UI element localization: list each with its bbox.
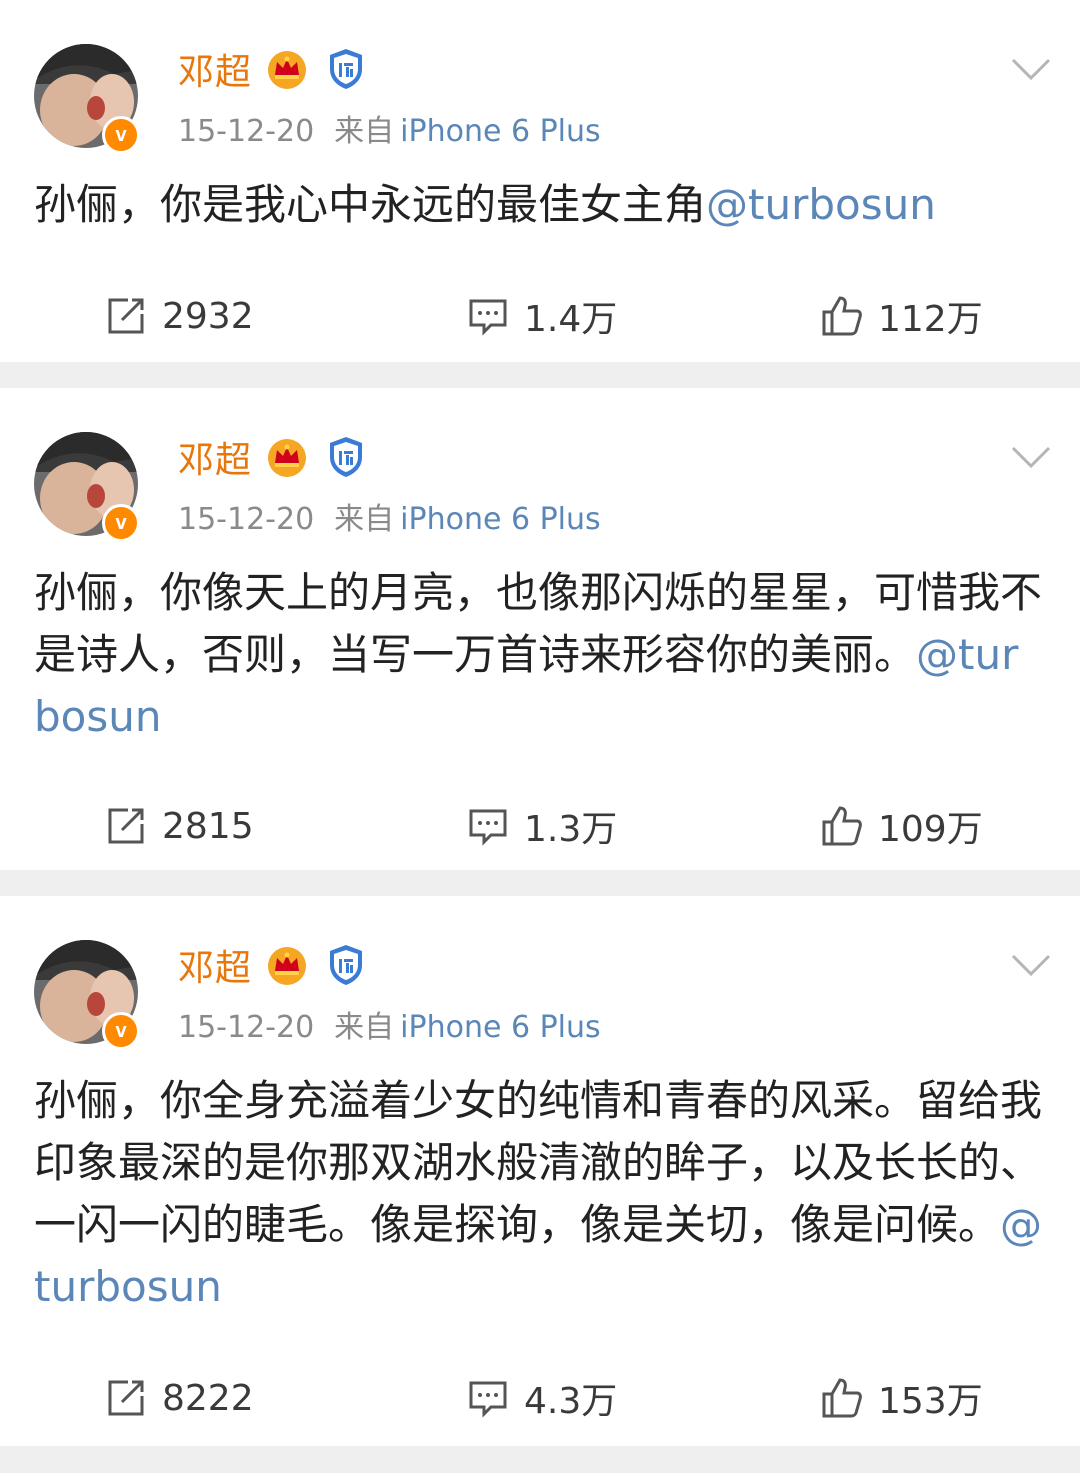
repost-icon [108, 1380, 144, 1416]
weibo-feed: v 邓超 15-12-20 来自 iPhone 6 Plus 孙俪，你是我心中永… [0, 0, 1080, 1473]
like-button[interactable]: 153万 [820, 1368, 983, 1428]
user-name[interactable]: 邓超 [178, 43, 252, 95]
post-date: 15-12-20 [178, 502, 315, 537]
user-header: 邓超 [178, 432, 366, 482]
chevron-down-icon[interactable] [1010, 950, 1052, 980]
like-icon [822, 806, 862, 846]
source-label: 来自 [334, 114, 395, 149]
post-body: 孙俪，你是我心中永远的最佳女主角 [34, 180, 707, 229]
mention-link[interactable]: @turbosun [706, 180, 936, 229]
verified-icon: v [102, 1012, 140, 1050]
source-label: 来自 [334, 1010, 395, 1045]
repost-icon [108, 808, 144, 844]
post-meta: 15-12-20 来自 iPhone 6 Plus [178, 106, 601, 150]
post-date: 15-12-20 [178, 114, 315, 149]
comment-button[interactable]: 1.4万 [466, 286, 617, 346]
like-count: 109万 [878, 809, 983, 850]
action-bar: 2932 1.4万 112万 [0, 286, 1080, 346]
comment-button[interactable]: 4.3万 [466, 1368, 617, 1428]
post-meta: 15-12-20 来自 iPhone 6 Plus [178, 1002, 601, 1046]
post-body: 孙俪，你像天上的月亮，也像那闪烁的星星，可惜我不是诗人，否则，当写一万首诗来形容… [34, 568, 1043, 679]
avatar[interactable]: v [34, 44, 140, 154]
comment-button[interactable]: 1.3万 [466, 796, 617, 856]
post-text: 孙俪，你是我心中永远的最佳女主角@turbosun [34, 174, 1044, 236]
shield-icon[interactable] [326, 435, 366, 479]
comment-icon [469, 809, 507, 846]
repost-count: 8222 [162, 1377, 254, 1419]
repost-button[interactable]: 8222 [104, 1368, 254, 1428]
shield-icon[interactable] [326, 47, 366, 91]
comment-icon [469, 299, 507, 336]
weibo-post[interactable]: v 邓超 15-12-20 来自 iPhone 6 Plus [0, 0, 1080, 362]
post-meta: 15-12-20 来自 iPhone 6 Plus [178, 494, 601, 538]
avatar[interactable]: v [34, 940, 140, 1050]
like-button[interactable]: 109万 [820, 796, 983, 856]
source-device[interactable]: iPhone 6 Plus [400, 1010, 601, 1045]
repost-button[interactable]: 2815 [104, 796, 254, 856]
post-text: 孙俪，你像天上的月亮，也像那闪烁的星星，可惜我不是诗人，否则，当写一万首诗来形容… [34, 562, 1044, 748]
crown-icon[interactable] [266, 944, 308, 986]
user-name[interactable]: 邓超 [178, 431, 252, 483]
source-label: 来自 [334, 502, 395, 537]
action-bar: 2815 1.3万 109万 [0, 796, 1080, 856]
repost-icon [108, 298, 144, 334]
user-name[interactable]: 邓超 [178, 939, 252, 991]
shield-icon[interactable] [326, 943, 366, 987]
source-device[interactable]: iPhone 6 Plus [400, 114, 601, 149]
user-header: 邓超 [178, 44, 366, 94]
repost-button[interactable]: 2932 [104, 286, 254, 346]
like-count: 112万 [878, 299, 983, 340]
like-count: 153万 [878, 1381, 983, 1422]
like-icon [822, 296, 862, 336]
repost-count: 2932 [162, 295, 254, 337]
weibo-post[interactable]: v 邓超 15-12-20 来自 iPhone 6 Plus [0, 896, 1080, 1446]
like-button[interactable]: 112万 [820, 286, 983, 346]
avatar[interactable]: v [34, 432, 140, 542]
comment-count: 1.3万 [524, 809, 618, 850]
crown-icon[interactable] [266, 436, 308, 478]
action-bar: 8222 4.3万 153万 [0, 1368, 1080, 1428]
post-date: 15-12-20 [178, 1010, 315, 1045]
verified-icon: v [102, 504, 140, 542]
chevron-down-icon[interactable] [1010, 442, 1052, 472]
chevron-down-icon[interactable] [1010, 54, 1052, 84]
comment-count: 4.3万 [524, 1381, 618, 1422]
source-device[interactable]: iPhone 6 Plus [400, 502, 601, 537]
comment-count: 1.4万 [524, 299, 618, 340]
verified-icon: v [102, 116, 140, 154]
post-body: 孙俪，你全身充溢着少女的纯情和青春的风采。留给我印象最深的是你那双湖水般清澈的眸… [34, 1076, 1043, 1249]
like-icon [822, 1378, 862, 1418]
repost-count: 2815 [162, 805, 254, 847]
comment-icon [469, 1381, 507, 1418]
post-text: 孙俪，你全身充溢着少女的纯情和青春的风采。留给我印象最深的是你那双湖水般清澈的眸… [34, 1070, 1044, 1318]
user-header: 邓超 [178, 940, 366, 990]
weibo-post[interactable]: v 邓超 15-12-20 来自 iPhone 6 Plus [0, 388, 1080, 870]
crown-icon[interactable] [266, 48, 308, 90]
